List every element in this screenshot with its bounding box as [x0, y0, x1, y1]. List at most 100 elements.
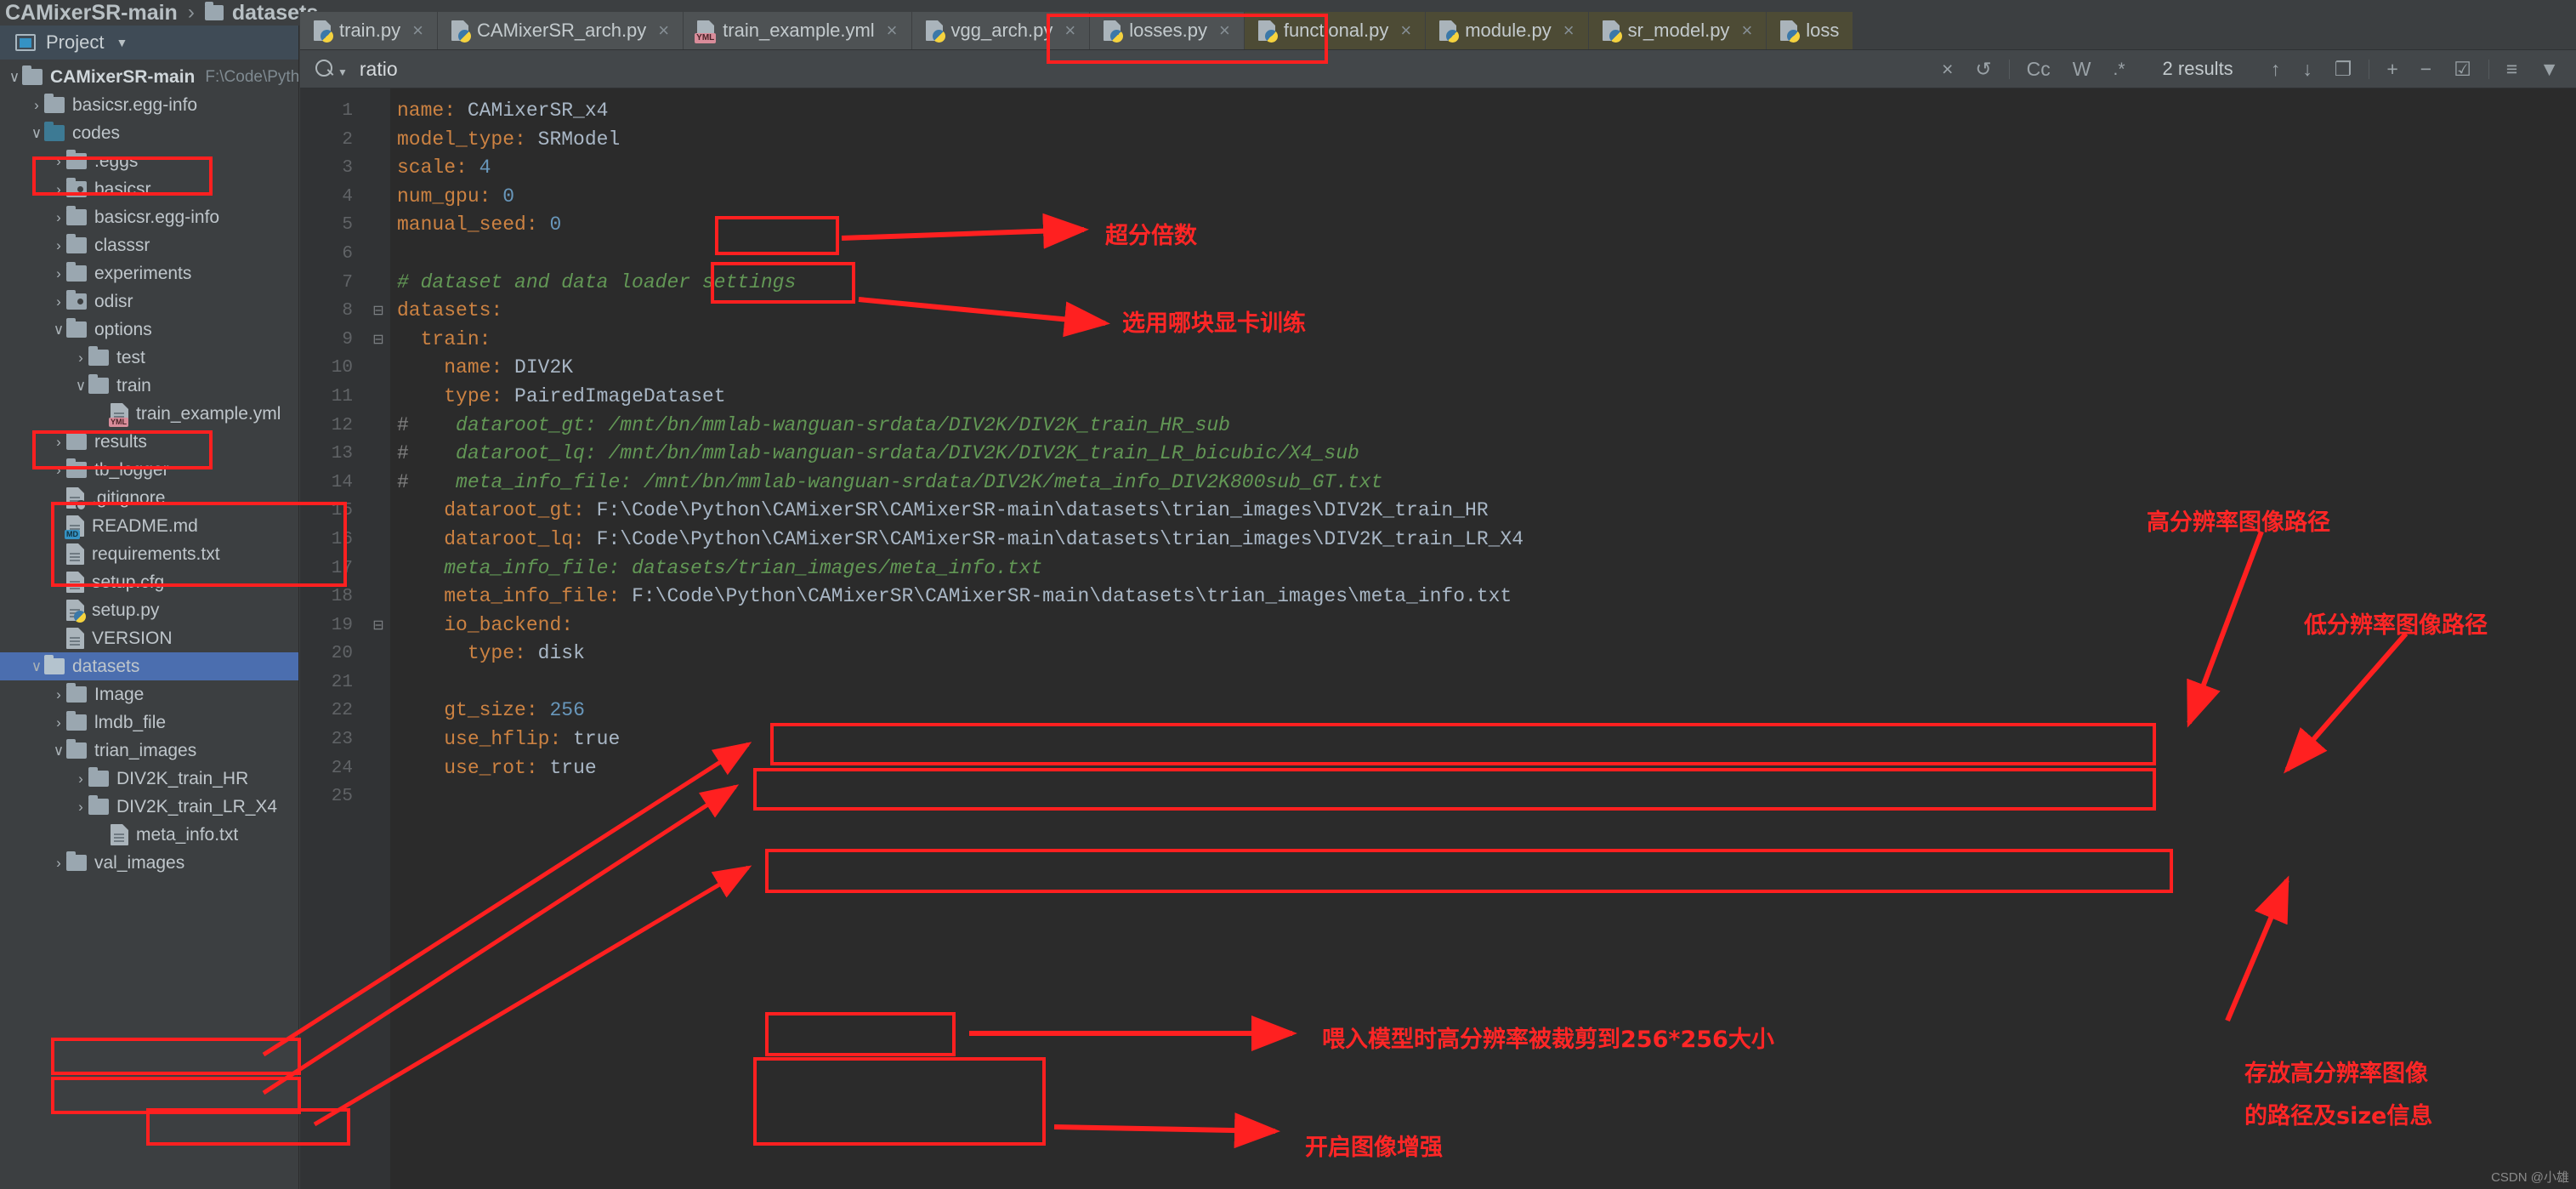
editor-tab-sr-model-py[interactable]: sr_model.py × [1588, 12, 1767, 49]
tree-row-basicsr[interactable]: › basicsr [0, 175, 298, 203]
editor-tab-loss[interactable]: loss [1767, 12, 1854, 49]
chevron-collapsed-icon[interactable]: › [51, 153, 66, 170]
chevron-down-icon[interactable]: ▼ [116, 36, 128, 49]
close-icon[interactable]: × [658, 20, 669, 42]
tree-row-basicsr-egg-info[interactable]: › basicsr.egg-info [0, 91, 298, 119]
tree-row-root[interactable]: ∨ CAMixerSR-main F:\Code\Python\CAMixerS [0, 63, 298, 91]
fold-marker[interactable]: ⊟ [366, 612, 390, 640]
chevron-collapsed-icon[interactable]: › [73, 771, 88, 788]
chevron-collapsed-icon[interactable]: › [51, 714, 66, 731]
tree-row-div2k-train-lr-x4[interactable]: › DIV2K_train_LR_X4 [0, 793, 298, 821]
chevron-collapsed-icon[interactable]: › [51, 293, 66, 310]
close-icon[interactable]: × [1741, 20, 1752, 42]
editor-tab-train-example-yml[interactable]: YML train_example.yml × [684, 12, 912, 49]
code-line[interactable] [390, 782, 2576, 811]
code-line[interactable]: dataroot_gt: F:\Code\Python\CAMixerSR\CA… [390, 497, 2576, 526]
match-case-toggle[interactable]: Cc [2027, 59, 2051, 79]
tree-row-div2k-train-hr[interactable]: › DIV2K_train_HR [0, 765, 298, 793]
tree-row--gitignore[interactable]: ›.gitignore [0, 484, 298, 512]
tree-row-train[interactable]: ∨ train [0, 372, 298, 400]
add-line-icon[interactable]: + [2386, 59, 2397, 79]
tree-row-trian-images[interactable]: ∨ trian_images [0, 737, 298, 765]
find-options-group[interactable]: Cc W .* [2008, 59, 2142, 79]
code-line[interactable]: type: disk [390, 640, 2576, 668]
tree-row-experiments[interactable]: › experiments [0, 259, 298, 287]
chevron-collapsed-icon[interactable]: › [51, 209, 66, 226]
tree-row-image[interactable]: › Image [0, 680, 298, 708]
find-nav-group[interactable]: ↑ ↓ ❐ [2254, 59, 2369, 79]
tree-row-results[interactable]: › results [0, 428, 298, 456]
code-line[interactable]: datasets: [390, 297, 2576, 326]
remove-line-icon[interactable]: − [2420, 59, 2431, 79]
code-line[interactable]: # dataroot_gt: /mnt/bn/mmlab-wanguan-srd… [390, 412, 2576, 441]
tree-row-basicsr-egg-info[interactable]: › basicsr.egg-info [0, 203, 298, 231]
filter-icon[interactable]: ▼ [2539, 59, 2559, 79]
chevron-collapsed-icon[interactable]: › [29, 97, 44, 114]
close-icon[interactable]: × [1064, 20, 1075, 42]
project-panel-header[interactable]: Project ▼ [0, 26, 298, 60]
find-toolbar[interactable]: ▼ ratio × ↺ Cc W .* 2 results ↑ ↓ ❐ + − … [300, 49, 2576, 88]
chevron-collapsed-icon[interactable]: › [51, 855, 66, 872]
code-editor[interactable]: 1 2 3 4 5 6 7 8 9 10 11 12 13 14 15 16 17 18 19 20 21 22 23 24 2… [300, 88, 2576, 1189]
code-line[interactable]: train: [390, 326, 2576, 355]
tree-row-test[interactable]: › test [0, 344, 298, 372]
editor-tab-vgg-arch-py[interactable]: vgg_arch.py × [911, 12, 1091, 49]
code-line[interactable]: # dataroot_lq: /mnt/bn/mmlab-wanguan-srd… [390, 440, 2576, 469]
tree-row-train-example-yml[interactable]: ›YMLtrain_example.yml [0, 400, 298, 428]
editor-tab-losses-py[interactable]: losses.py × [1090, 12, 1245, 49]
tree-row-tb-logger[interactable]: › tb_logger [0, 456, 298, 484]
tree-row-odisr[interactable]: › odisr [0, 287, 298, 316]
tree-row-readme-md[interactable]: ›MDREADME.md [0, 512, 298, 540]
arrow-down-icon[interactable]: ↓ [2302, 59, 2312, 79]
code-line[interactable]: manual_seed: 0 [390, 211, 2576, 240]
code-line[interactable]: num_gpu: 0 [390, 183, 2576, 212]
editor-tab-train-py[interactable]: train.py × [300, 12, 439, 49]
close-icon[interactable]: × [412, 20, 423, 42]
toggle-line-icon[interactable]: ☑ [2454, 59, 2471, 79]
close-icon[interactable]: × [1563, 20, 1575, 42]
project-file-tree[interactable]: ∨ CAMixerSR-main F:\Code\Python\CAMixerS… [0, 60, 298, 877]
close-icon[interactable]: × [1219, 20, 1230, 42]
regex-toggle[interactable]: .* [2114, 60, 2125, 78]
find-caret-group[interactable]: + − ☑ [2369, 59, 2488, 79]
editor-tab-camixersr-arch-py[interactable]: CAMixerSR_arch.py × [438, 12, 684, 49]
tree-row-setup-py[interactable]: ›setup.py [0, 596, 298, 624]
code-line[interactable]: scale: 4 [390, 154, 2576, 183]
chevron-expanded-icon[interactable]: ∨ [51, 321, 66, 338]
chevron-expanded-icon[interactable]: ∨ [7, 69, 22, 86]
code-line[interactable] [390, 668, 2576, 697]
find-clear-group[interactable]: × ↺ [1925, 59, 2009, 79]
breadcrumb-item-project[interactable]: CAMixerSR-main [5, 1, 178, 26]
editor-tab-functional-py[interactable]: functional.py × [1244, 12, 1427, 49]
tree-row--eggs[interactable]: › .eggs [0, 147, 298, 175]
code-line[interactable]: meta_info_file: F:\Code\Python\CAMixerSR… [390, 583, 2576, 612]
chevron-collapsed-icon[interactable]: › [51, 462, 66, 479]
fold-marker[interactable]: ⊟ [366, 326, 390, 355]
code-line[interactable]: model_type: SRModel [390, 126, 2576, 155]
chevron-down-icon[interactable]: ▼ [338, 66, 348, 78]
chevron-collapsed-icon[interactable]: › [51, 237, 66, 254]
code-line[interactable]: use_hflip: true [390, 725, 2576, 754]
chevron-expanded-icon[interactable]: ∨ [51, 742, 66, 759]
chevron-collapsed-icon[interactable]: › [73, 350, 88, 367]
find-query-value[interactable]: ratio [360, 58, 398, 81]
editor-tab-bar[interactable]: train.py × CAMixerSR_arch.py × YML train_exam… [300, 12, 2576, 49]
code-line[interactable]: use_rot: true [390, 754, 2576, 783]
history-icon[interactable]: ↺ [1975, 59, 1991, 79]
tree-row-datasets[interactable]: ∨ datasets [0, 652, 298, 680]
chevron-collapsed-icon[interactable]: › [51, 181, 66, 198]
tree-row-classsr[interactable]: › classsr [0, 231, 298, 259]
find-filter-group[interactable]: ≡ ▼ [2488, 59, 2576, 79]
chevron-collapsed-icon[interactable]: › [51, 434, 66, 451]
chevron-collapsed-icon[interactable]: › [51, 265, 66, 282]
close-icon[interactable]: × [887, 20, 898, 42]
close-icon[interactable]: × [1400, 20, 1411, 42]
code-line[interactable]: name: CAMixerSR_x4 [390, 97, 2576, 126]
tree-row-version[interactable]: ›VERSION [0, 624, 298, 652]
code-line[interactable]: dataroot_lq: F:\Code\Python\CAMixerSR\CA… [390, 526, 2576, 555]
whole-words-toggle[interactable]: W [2073, 59, 2091, 79]
code-line[interactable]: type: PairedImageDataset [390, 383, 2576, 412]
code-line[interactable]: # dataset and data loader settings [390, 269, 2576, 298]
fold-marker[interactable]: ⊟ [366, 297, 390, 326]
code-content[interactable]: name: CAMixerSR_x4 model_type: SRModel sca… [390, 88, 2576, 1189]
